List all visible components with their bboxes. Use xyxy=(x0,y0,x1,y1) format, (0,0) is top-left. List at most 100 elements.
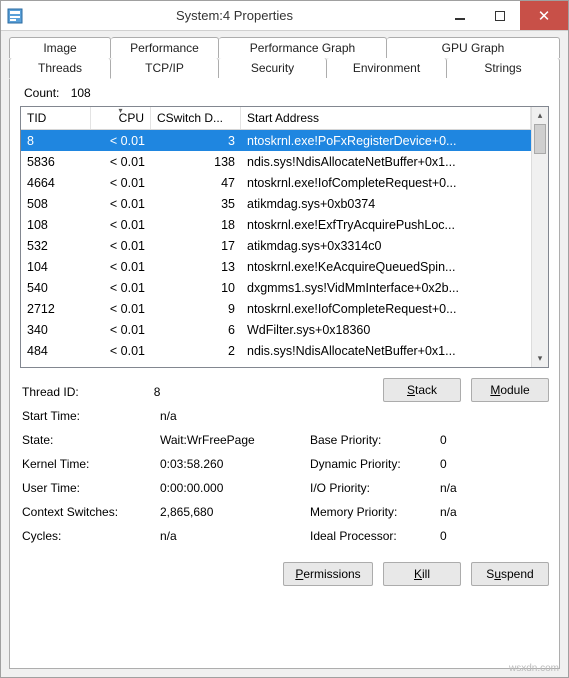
permissions-button[interactable]: Permissions xyxy=(283,562,373,586)
table-row[interactable]: 104< 0.0113ntoskrnl.exe!KeAcquireQueuedS… xyxy=(21,256,531,277)
minimize-button[interactable] xyxy=(440,1,480,30)
app-icon xyxy=(7,8,23,24)
cell-cswitch: 2 xyxy=(151,344,241,358)
cell-start-address: ndis.sys!NdisAllocateNetBuffer+0x1... xyxy=(241,344,531,358)
table-row[interactable]: 5836< 0.01138ndis.sys!NdisAllocateNetBuf… xyxy=(21,151,531,172)
value-base-priority: 0 xyxy=(440,433,549,447)
value-dynamic-priority: 0 xyxy=(440,457,549,471)
close-button[interactable]: ✕ xyxy=(520,1,568,30)
sort-desc-icon: ▾ xyxy=(118,107,122,115)
label-memory-priority: Memory Priority: xyxy=(310,505,440,519)
properties-window: System:4 Properties ✕ Image Performance … xyxy=(0,0,569,678)
cell-tid: 108 xyxy=(21,218,91,232)
label-ideal-processor: Ideal Processor: xyxy=(310,529,440,543)
col-cpu[interactable]: ▾ CPU xyxy=(91,107,151,129)
tab-security[interactable]: Security xyxy=(219,58,327,78)
thread-list[interactable]: TID ▾ CPU CSwitch D... Start Address 8< … xyxy=(20,106,549,368)
cell-tid: 5836 xyxy=(21,155,91,169)
cell-cswitch: 138 xyxy=(151,155,241,169)
table-row[interactable]: 2712< 0.019ntoskrnl.exe!IofCompleteReque… xyxy=(21,298,531,319)
cell-start-address: atikmdag.sys+0xb0374 xyxy=(241,197,531,211)
scroll-thumb[interactable] xyxy=(534,124,546,154)
table-row[interactable]: 8< 0.013ntoskrnl.exe!PoFxRegisterDevice+… xyxy=(21,130,531,151)
tab-performance-graph[interactable]: Performance Graph xyxy=(219,37,387,58)
cell-cswitch: 3 xyxy=(151,134,241,148)
list-scrollbar[interactable]: ▴ ▾ xyxy=(531,107,548,367)
title-bar[interactable]: System:4 Properties ✕ xyxy=(1,1,568,31)
cell-start-address: ntoskrnl.exe!IofCompleteRequest+0... xyxy=(241,176,531,190)
cell-start-address: ntoskrnl.exe!KeAcquireQueuedSpin... xyxy=(241,260,531,274)
cell-cswitch: 47 xyxy=(151,176,241,190)
cell-tid: 340 xyxy=(21,323,91,337)
cell-tid: 540 xyxy=(21,281,91,295)
cell-cpu: < 0.01 xyxy=(91,239,151,253)
cell-cswitch: 13 xyxy=(151,260,241,274)
label-dynamic-priority: Dynamic Priority: xyxy=(310,457,440,471)
module-button[interactable]: Module xyxy=(471,378,549,402)
cell-cswitch: 35 xyxy=(151,197,241,211)
count-value: 108 xyxy=(71,86,91,100)
cell-cpu: < 0.01 xyxy=(91,302,151,316)
table-row[interactable]: 4664< 0.0147ntoskrnl.exe!IofCompleteRequ… xyxy=(21,172,531,193)
cell-cpu: < 0.01 xyxy=(91,281,151,295)
tab-gpu-graph[interactable]: GPU Graph xyxy=(387,37,560,58)
cell-cpu: < 0.01 xyxy=(91,134,151,148)
table-row[interactable]: 484< 0.012ndis.sys!NdisAllocateNetBuffer… xyxy=(21,340,531,361)
stack-button[interactable]: Stack xyxy=(383,378,461,402)
value-ideal-processor: 0 xyxy=(440,529,549,543)
cell-tid: 508 xyxy=(21,197,91,211)
table-row[interactable]: 340< 0.016WdFilter.sys+0x18360 xyxy=(21,319,531,340)
tab-tcpip[interactable]: TCP/IP xyxy=(111,58,219,78)
suspend-button[interactable]: Suspend xyxy=(471,562,549,586)
label-cycles: Cycles: xyxy=(20,529,160,543)
cell-cpu: < 0.01 xyxy=(91,197,151,211)
value-context-switches: 2,865,680 xyxy=(160,505,310,519)
cell-cswitch: 10 xyxy=(151,281,241,295)
scroll-down-icon[interactable]: ▾ xyxy=(532,350,548,367)
cell-start-address: ntoskrnl.exe!ExfTryAcquirePushLoc... xyxy=(241,218,531,232)
tab-environment[interactable]: Environment xyxy=(327,58,447,78)
table-row[interactable]: 532< 0.0117atikmdag.sys+0x3314c0 xyxy=(21,235,531,256)
table-row[interactable]: 108< 0.0118ntoskrnl.exe!ExfTryAcquirePus… xyxy=(21,214,531,235)
count-label: Count: xyxy=(24,86,59,100)
thread-detail: Thread ID: 8 Stack Module Start Time: n/… xyxy=(20,380,549,586)
cell-tid: 104 xyxy=(21,260,91,274)
tab-performance[interactable]: Performance xyxy=(111,37,219,58)
cell-cpu: < 0.01 xyxy=(91,155,151,169)
label-thread-id: Thread ID: xyxy=(20,385,154,399)
table-row[interactable]: 540< 0.0110dxgmms1.sys!VidMmInterface+0x… xyxy=(21,277,531,298)
label-base-priority: Base Priority: xyxy=(310,433,440,447)
value-kernel-time: 0:03:58.260 xyxy=(160,457,310,471)
col-tid[interactable]: TID xyxy=(21,107,91,129)
scroll-up-icon[interactable]: ▴ xyxy=(532,107,548,124)
close-icon: ✕ xyxy=(538,7,551,25)
value-cycles: n/a xyxy=(160,529,310,543)
value-memory-priority: n/a xyxy=(440,505,549,519)
cell-cpu: < 0.01 xyxy=(91,344,151,358)
cell-start-address: ntoskrnl.exe!IofCompleteRequest+0... xyxy=(241,302,531,316)
cell-cswitch: 18 xyxy=(151,218,241,232)
kill-button[interactable]: Kill xyxy=(383,562,461,586)
cell-start-address: ndis.sys!NdisAllocateNetBuffer+0x1... xyxy=(241,155,531,169)
tab-threads[interactable]: Threads xyxy=(9,58,111,79)
col-start-address[interactable]: Start Address xyxy=(241,107,531,129)
cell-tid: 484 xyxy=(21,344,91,358)
tab-strings[interactable]: Strings xyxy=(447,58,560,78)
window-title: System:4 Properties xyxy=(29,8,440,23)
cell-start-address: WdFilter.sys+0x18360 xyxy=(241,323,531,337)
cell-cpu: < 0.01 xyxy=(91,218,151,232)
maximize-icon xyxy=(495,11,505,21)
col-cswitch[interactable]: CSwitch D... xyxy=(151,107,241,129)
label-user-time: User Time: xyxy=(20,481,160,495)
tab-image[interactable]: Image xyxy=(9,37,111,58)
tab-strip: Image Performance Performance Graph GPU … xyxy=(9,37,560,78)
cell-cswitch: 9 xyxy=(151,302,241,316)
scroll-track[interactable] xyxy=(532,124,548,350)
cell-start-address: atikmdag.sys+0x3314c0 xyxy=(241,239,531,253)
table-row[interactable]: 508< 0.0135atikmdag.sys+0xb0374 xyxy=(21,193,531,214)
cell-tid: 532 xyxy=(21,239,91,253)
cell-tid: 8 xyxy=(21,134,91,148)
cell-start-address: ntoskrnl.exe!PoFxRegisterDevice+0... xyxy=(241,134,531,148)
label-context-switches: Context Switches: xyxy=(20,505,160,519)
maximize-button[interactable] xyxy=(480,1,520,30)
